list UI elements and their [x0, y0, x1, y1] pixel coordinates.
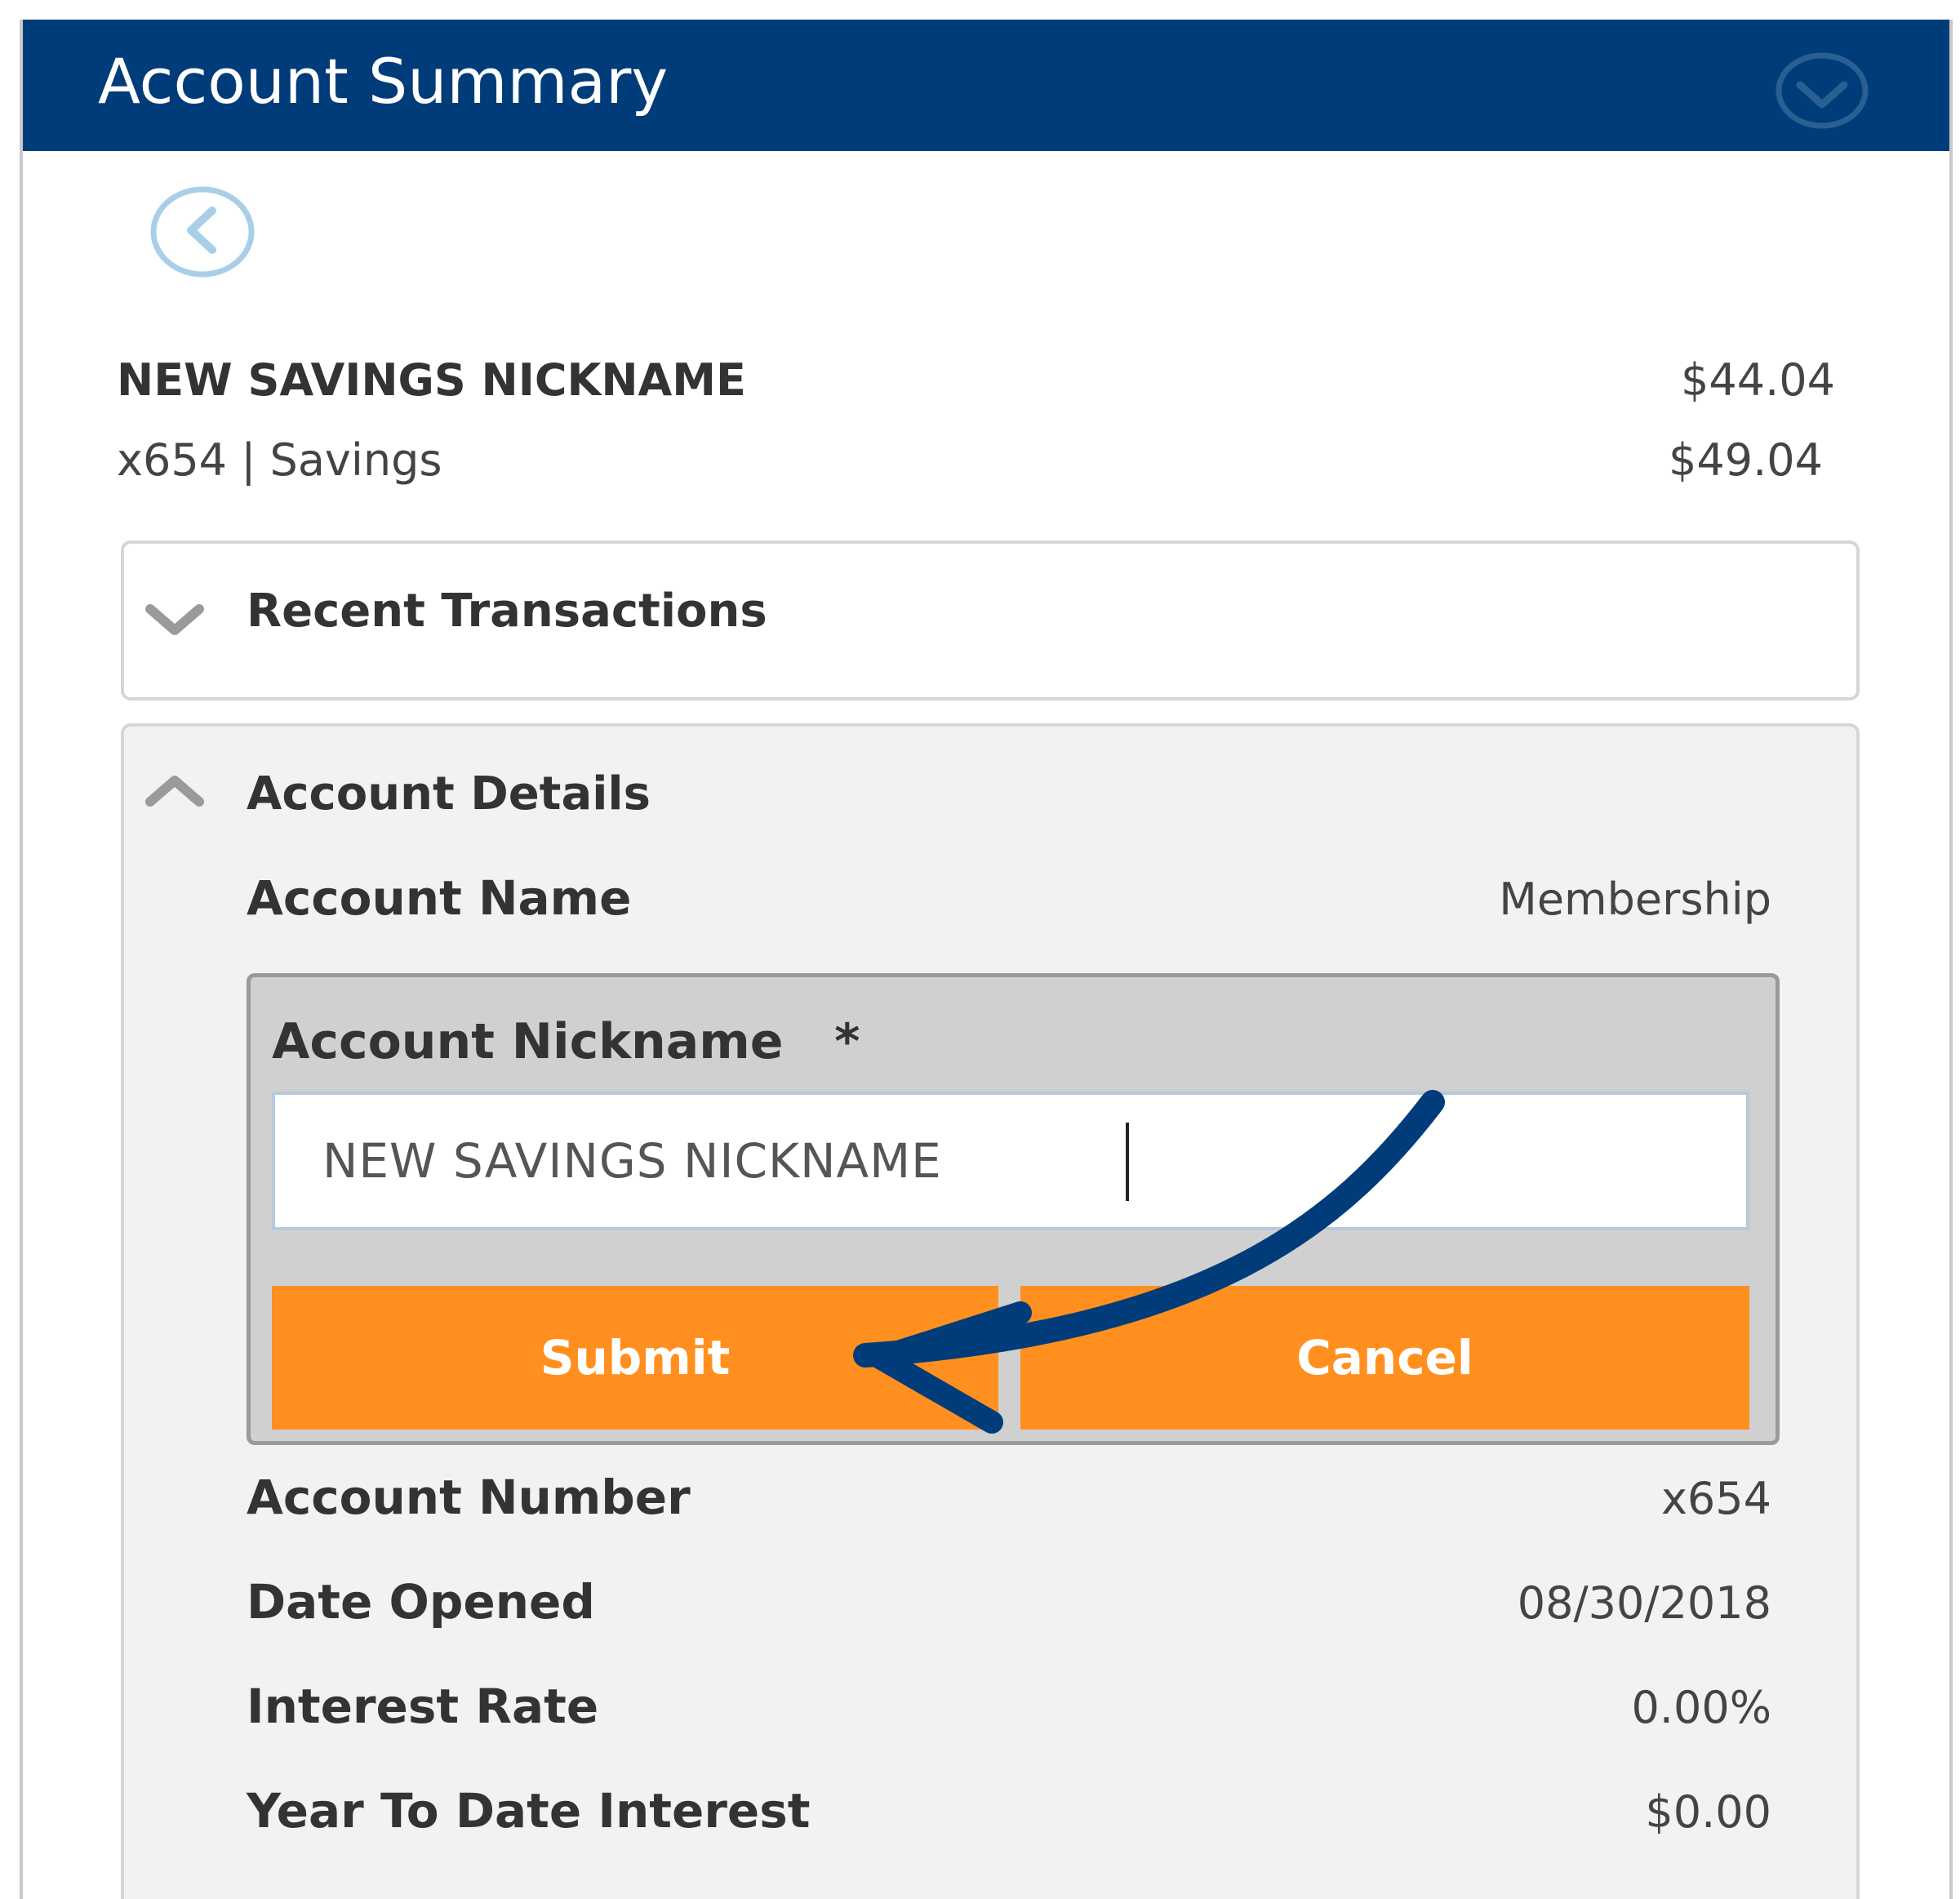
chevron-up-icon[interactable] [142, 766, 207, 815]
panel-header: Account Summary [23, 20, 1949, 151]
account-details-section: Account Details Account Name Membership … [121, 723, 1860, 1899]
account-title: NEW SAVINGS NICKNAME [117, 354, 746, 406]
panel-title: Account Summary [98, 45, 669, 118]
recent-transactions-section[interactable]: Recent Transactions [121, 540, 1860, 700]
account-subtitle: x654 | Savings [117, 434, 442, 486]
chevron-left-circle-icon[interactable] [147, 183, 258, 281]
nickname-label-text: Account Nickname [272, 1013, 784, 1070]
nickname-edit-form: Account Nickname * Submit Cancel [247, 973, 1780, 1445]
ytd-interest-value: $0.00 [1645, 1786, 1771, 1838]
account-summary-panel: Account Summary NEW SAVINGS NICKNAME $44… [20, 20, 1953, 1899]
page: Account Summary NEW SAVINGS NICKNAME $44… [0, 0, 1960, 1899]
submit-button[interactable]: Submit [272, 1286, 998, 1430]
account-balance-secondary: $49.04 [1669, 434, 1823, 486]
chevron-down-circle-icon[interactable] [1774, 51, 1870, 131]
date-opened-label: Date Opened [247, 1574, 595, 1630]
recent-transactions-label: Recent Transactions [247, 585, 767, 638]
account-name-label: Account Name [247, 870, 632, 926]
ytd-interest-label: Year To Date Interest [247, 1783, 811, 1839]
cancel-button[interactable]: Cancel [1020, 1286, 1749, 1430]
text-caret [1126, 1123, 1129, 1201]
required-marker: * [834, 1013, 860, 1070]
account-number-value: x654 [1660, 1473, 1771, 1524]
date-opened-value: 08/30/2018 [1517, 1577, 1771, 1629]
interest-rate-value: 0.00% [1631, 1682, 1771, 1733]
nickname-input[interactable] [272, 1092, 1749, 1230]
nickname-label: Account Nickname * [272, 1013, 860, 1070]
account-balance-primary: $44.04 [1681, 354, 1835, 406]
chevron-down-icon [145, 604, 204, 635]
interest-rate-label: Interest Rate [247, 1679, 599, 1734]
account-number-label: Account Number [247, 1470, 691, 1525]
account-name-value: Membership [1499, 874, 1771, 925]
account-details-label[interactable]: Account Details [247, 767, 651, 821]
